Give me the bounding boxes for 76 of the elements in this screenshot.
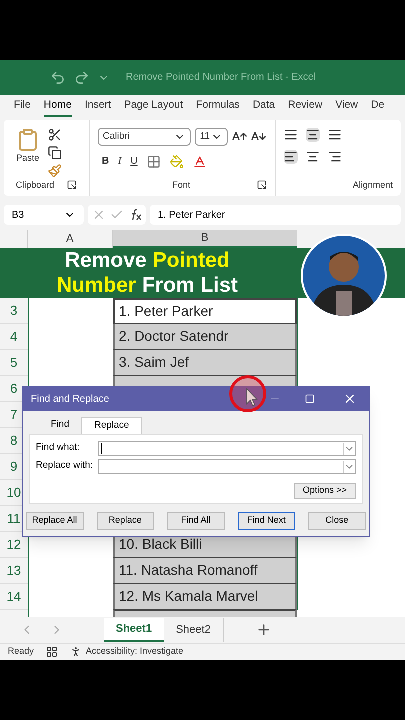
font-color-icon[interactable] [192, 154, 207, 168]
ribbon-tab[interactable]: De [371, 98, 385, 117]
dialog-button[interactable]: Close [308, 512, 366, 530]
dialog-launcher-icon[interactable] [67, 180, 77, 190]
fill-color-icon[interactable] [170, 154, 184, 168]
cell[interactable]: 11. Natasha Romanoff [113, 558, 297, 584]
middle-align-icon[interactable] [306, 128, 320, 142]
row-header[interactable]: 3 [0, 298, 28, 324]
banner-text: Remove [65, 248, 147, 273]
dialog-tab[interactable]: Replace [81, 417, 142, 434]
copy-icon[interactable] [48, 146, 62, 160]
dialog-button[interactable]: Replace [96, 512, 154, 530]
group-label: Font [172, 178, 190, 192]
row-header[interactable]: 13 [0, 558, 28, 584]
field-label: Replace with: [36, 459, 94, 474]
format-button[interactable]: B [102, 154, 110, 169]
name-box[interactable]: B3 [4, 205, 84, 225]
macro-icon[interactable] [46, 646, 58, 658]
accessibility-status[interactable]: Accessibility: Investigate [86, 645, 184, 659]
add-sheet-icon[interactable] [256, 622, 272, 638]
cell[interactable]: 12. Ms Kamala Marvel [113, 584, 297, 610]
close-icon[interactable] [343, 392, 357, 406]
cell[interactable] [113, 610, 297, 617]
cell[interactable]: 2. Doctor Satendr [113, 324, 297, 350]
group-label: Clipboard [16, 178, 55, 192]
group-label: Alignment [352, 178, 393, 192]
dialog-launcher-icon[interactable] [256, 180, 267, 190]
sheet-tab[interactable]: Sheet2 [164, 618, 224, 642]
row-header[interactable]: 4 [0, 324, 28, 350]
banner-text: From List [142, 273, 238, 298]
cursor-highlight-icon [228, 374, 268, 414]
format-button[interactable]: U [130, 154, 138, 169]
dialog-tab[interactable]: Find [39, 417, 82, 434]
dialog-button[interactable]: Replace All [26, 512, 84, 530]
top-align-icon[interactable] [284, 128, 298, 142]
options-button[interactable]: Options >> [294, 483, 356, 499]
field-label: Find what: [36, 441, 81, 456]
column-header[interactable]: B [113, 230, 297, 248]
row-header[interactable]: 5 [0, 350, 28, 376]
align-left-icon[interactable] [284, 150, 298, 164]
undo-icon[interactable] [50, 70, 66, 86]
banner-text: Pointed [152, 248, 230, 273]
dialog-button[interactable]: Find All [167, 512, 225, 530]
align-right-icon[interactable] [328, 150, 342, 164]
combo-field[interactable] [98, 441, 356, 456]
align-center-icon[interactable] [306, 150, 320, 164]
format-button[interactable]: I [118, 154, 122, 169]
ribbon-tab[interactable]: Page Layout [124, 98, 184, 117]
dialog-title: Find and Replace [31, 392, 110, 406]
font-name-dropdown[interactable]: Calibri [98, 128, 192, 146]
combo-field[interactable] [98, 459, 356, 474]
formula-field[interactable]: 1. Peter Parker [150, 205, 401, 225]
cut-icon[interactable] [48, 128, 62, 142]
ribbon-tab[interactable]: View [336, 98, 358, 117]
borders-icon[interactable] [146, 154, 161, 168]
ribbon-tab[interactable]: Review [288, 98, 323, 117]
row-header[interactable]: 12 [0, 532, 28, 558]
ribbon-tab[interactable]: File [14, 98, 31, 117]
redo-icon[interactable] [74, 70, 90, 86]
status-text: Ready [8, 645, 34, 658]
ribbon-tab[interactable]: Insert [84, 98, 112, 117]
dialog-button[interactable]: Find Next [238, 512, 296, 530]
ribbon-tab[interactable]: Home [44, 98, 72, 117]
cell[interactable]: 1. Peter Parker [113, 298, 297, 324]
ribbon-tab[interactable]: Formulas [196, 98, 240, 117]
accessibility-icon[interactable] [70, 646, 82, 658]
sheet-tab[interactable]: Sheet1 [104, 618, 164, 642]
row-header[interactable]: 14 [0, 584, 28, 610]
maximize-icon[interactable] [305, 394, 315, 404]
banner-text: Number [56, 273, 136, 298]
cell[interactable]: 3. Saim Jef [113, 350, 297, 376]
font-size-dropdown[interactable]: 11 [195, 128, 228, 146]
window-title: Remove Pointed Number From List - Excel [126, 71, 316, 85]
bottom-align-icon[interactable] [328, 128, 342, 142]
ribbon-tab[interactable]: Data [252, 98, 276, 117]
paste-button[interactable]: Paste [16, 152, 40, 166]
